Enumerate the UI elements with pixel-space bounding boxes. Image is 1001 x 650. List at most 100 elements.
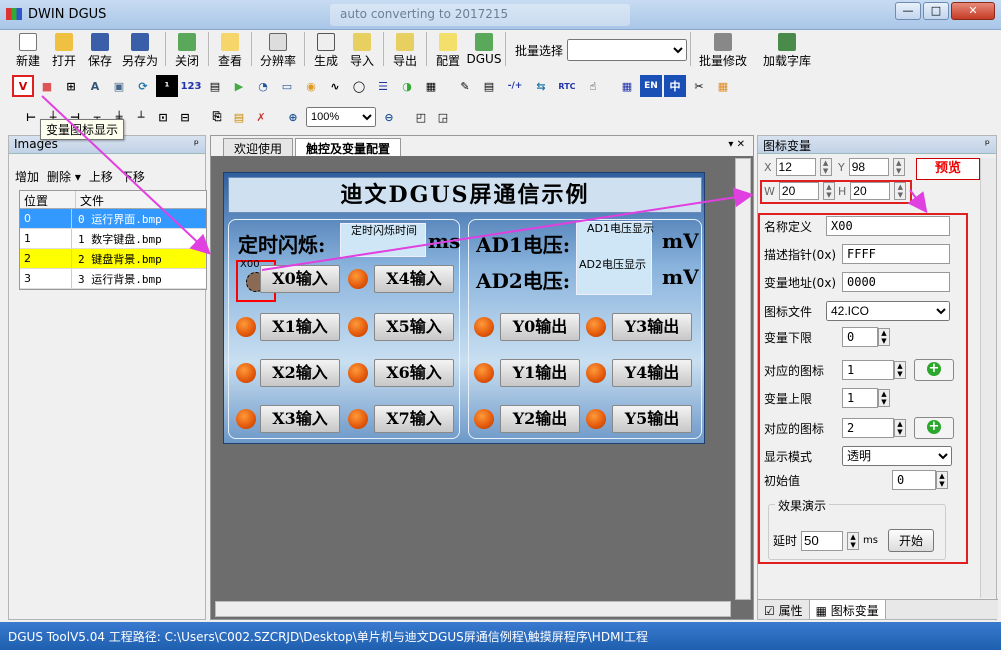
x0-input-button[interactable]: X0输入: [260, 265, 340, 293]
rtc-tool[interactable]: RTC: [554, 75, 580, 97]
icon-high-input[interactable]: [842, 418, 894, 438]
rtc-display-tool[interactable]: ▶: [228, 75, 250, 97]
send-back-icon[interactable]: ◲: [434, 108, 452, 126]
var-low-input[interactable]: [842, 327, 878, 347]
zoom-in-icon[interactable]: ⊕: [284, 108, 302, 126]
zoom-out-icon[interactable]: ⊖: [380, 108, 398, 126]
bring-front-icon[interactable]: ◰: [412, 108, 430, 126]
paste-icon[interactable]: ▤: [230, 108, 248, 126]
y-input[interactable]: [848, 158, 889, 176]
icon-file-select[interactable]: 42.ICO: [826, 301, 950, 321]
x2-input-button[interactable]: X2输入: [260, 359, 340, 387]
icon-high-spinner[interactable]: ▲ ▼: [894, 419, 906, 437]
timer-input-box[interactable]: 定时闪烁时间: [340, 223, 426, 257]
y0-output-button[interactable]: Y0输出: [500, 313, 580, 341]
text-display-tool[interactable]: ▤: [204, 75, 226, 97]
image-animation-tool[interactable]: ⟳: [132, 75, 154, 97]
delay-input[interactable]: [801, 530, 844, 551]
var-high-input[interactable]: [842, 388, 878, 408]
table-row[interactable]: 3 3 运行背景.bmp: [20, 269, 206, 289]
close-window-button[interactable]: ✕: [951, 2, 995, 20]
view-button[interactable]: 查看: [212, 32, 248, 68]
save-as-button[interactable]: 另存为: [118, 32, 162, 68]
y2-output-button[interactable]: Y2输出: [500, 405, 580, 433]
restore-button[interactable]: □: [923, 2, 949, 20]
english-keyboard-tool[interactable]: EN: [640, 75, 662, 97]
save-button[interactable]: 保存: [82, 32, 118, 68]
data-input-tool[interactable]: ▤: [478, 75, 500, 97]
desc-pointer-input[interactable]: [842, 244, 950, 264]
y4-output-button[interactable]: Y4输出: [612, 359, 692, 387]
tab-icon-variable[interactable]: ▦ 图标变量: [809, 600, 886, 619]
keyboard-tool[interactable]: ▦: [616, 75, 638, 97]
new-button[interactable]: 新建: [10, 32, 46, 68]
x5-input-button[interactable]: X5输入: [374, 313, 454, 341]
minimize-button[interactable]: —: [895, 2, 921, 20]
var-address-input[interactable]: [842, 272, 950, 292]
chinese-keyboard-tool[interactable]: 中: [664, 75, 686, 97]
tab-controls[interactable]: ▾ ✕: [728, 139, 745, 150]
x4-input-button[interactable]: X4输入: [374, 265, 454, 293]
var-high-spinner[interactable]: ▲ ▼: [878, 389, 890, 407]
h-spinner[interactable]: ▲ ▼: [894, 182, 907, 200]
x-spinner[interactable]: ▲ ▼: [819, 158, 832, 176]
palette-icon[interactable]: ▦: [712, 75, 734, 97]
clock-tool[interactable]: ◔: [252, 75, 274, 97]
delete-image-button[interactable]: 删除 ▾: [47, 168, 81, 185]
name-input[interactable]: [826, 216, 950, 236]
pin-icon[interactable]: ᵖ: [194, 137, 199, 151]
initial-value-spinner[interactable]: ▲ ▼: [936, 471, 948, 489]
properties-scrollbar[interactable]: [980, 158, 996, 598]
batch-select-dropdown[interactable]: [567, 39, 688, 61]
tab-touch-config[interactable]: 触控及变量配置: [295, 138, 402, 156]
w-input[interactable]: [778, 182, 819, 200]
move-up-button[interactable]: 上移: [89, 168, 113, 185]
config-button[interactable]: 配置: [430, 32, 466, 68]
variable-icon-tool[interactable]: V: [12, 75, 34, 97]
hand-cursor-icon[interactable]: ☝: [582, 75, 604, 97]
table-row[interactable]: 0 0 运行界面.bmp: [20, 209, 206, 229]
qr-code-tool[interactable]: ▦: [420, 75, 442, 97]
circle-tool[interactable]: ◯: [348, 75, 370, 97]
pin-icon[interactable]: ᵖ: [985, 137, 990, 151]
y3-output-button[interactable]: Y3输出: [612, 313, 692, 341]
increment-tool[interactable]: -/+: [502, 75, 528, 97]
icon-low-input[interactable]: [842, 360, 894, 380]
delete-icon[interactable]: ✗: [252, 108, 270, 126]
icon-rotation-tool[interactable]: ¹: [156, 75, 178, 97]
tools-icon[interactable]: ✂: [688, 75, 710, 97]
preview-button[interactable]: 预览: [916, 158, 980, 180]
generate-button[interactable]: 生成: [308, 32, 344, 68]
list-tool[interactable]: ☰: [372, 75, 394, 97]
add-icon-high-button[interactable]: [914, 417, 954, 439]
w-spinner[interactable]: ▲ ▼: [822, 182, 835, 200]
same-height-icon[interactable]: ⊟: [176, 108, 194, 126]
x6-input-button[interactable]: X6输入: [374, 359, 454, 387]
line-tool[interactable]: ∿: [324, 75, 346, 97]
resolution-button[interactable]: 分辨率: [255, 32, 301, 68]
hex-variable-tool[interactable]: ▭: [276, 75, 298, 97]
horizontal-scrollbar[interactable]: [215, 601, 731, 617]
bit-icon-tool[interactable]: ■: [36, 75, 58, 97]
x7-input-button[interactable]: X7输入: [374, 405, 454, 433]
col-position[interactable]: 位置: [20, 191, 76, 208]
y-spinner[interactable]: ▲ ▼: [892, 158, 905, 176]
screen-canvas[interactable]: 迪文DGUS屏通信示例 定时闪烁: 定时闪烁时间 ms AD1电压: AD2电压…: [223, 172, 705, 444]
batch-modify-button[interactable]: 批量修改: [694, 32, 752, 68]
same-size-icon[interactable]: ⊡: [154, 108, 172, 126]
initial-value-input[interactable]: [892, 470, 936, 490]
close-button[interactable]: 关闭: [169, 32, 205, 68]
copy-icon[interactable]: ⎘: [208, 108, 226, 126]
h-input[interactable]: [850, 182, 891, 200]
sync-tool[interactable]: ⇆: [530, 75, 552, 97]
artistic-variable-tool[interactable]: ▣: [108, 75, 130, 97]
table-row[interactable]: 2 2 键盘背景.bmp: [20, 249, 206, 269]
dgus-button[interactable]: DGUS: [466, 32, 502, 68]
slider-tool[interactable]: A: [84, 75, 106, 97]
display-mode-select[interactable]: 透明: [842, 446, 952, 466]
align-left-icon[interactable]: ⊢: [22, 108, 40, 126]
ad-display-box[interactable]: AD1电压显示 AD2电压显示: [576, 221, 654, 295]
y5-output-button[interactable]: Y5输出: [612, 405, 692, 433]
vertical-scrollbar[interactable]: [735, 158, 751, 600]
x3-input-button[interactable]: X3输入: [260, 405, 340, 433]
